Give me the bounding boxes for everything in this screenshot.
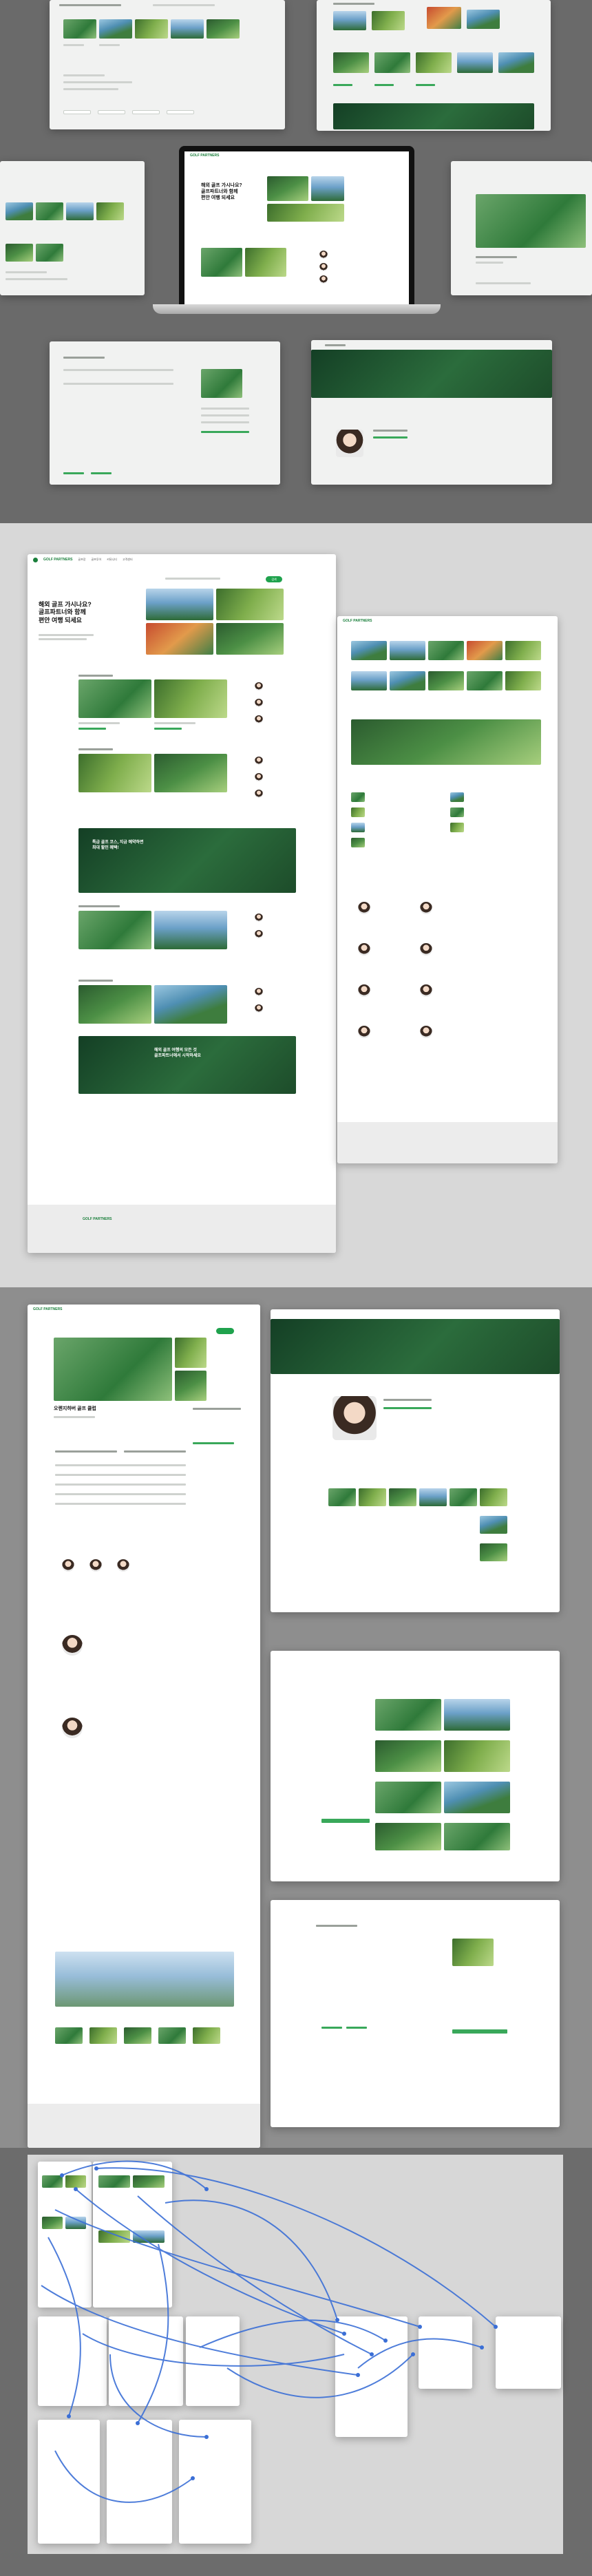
page-designs-section-2: GOLF PARTNERS 오렌지하버 골프 클럽 bbox=[0, 1287, 592, 2148]
page-designs-section-1: GOLF PARTNERS 골프장 골프투어 커뮤니티 고객센터 해외 골프 가… bbox=[0, 523, 592, 1287]
detail-logo: GOLF PARTNERS bbox=[33, 1307, 63, 1311]
promo-banner-1[interactable]: 특급 골프 코스, 지금 예약하면 최대 할인 혜택! bbox=[78, 828, 296, 893]
nav-item-tour[interactable]: 골프투어 bbox=[91, 558, 101, 562]
home-footer: GOLF PARTNERS bbox=[28, 1205, 336, 1253]
mockup-collage-section: GOLF PARTNERS 해외 골프 가시나요? 골프파트너와 함께 편안 여… bbox=[0, 0, 592, 523]
course-booking-page-design bbox=[271, 1651, 560, 1881]
user-flow-arrows bbox=[41, 2160, 498, 2503]
home-page-design: GOLF PARTNERS 골프장 골프투어 커뮤니티 고객센터 해외 골프 가… bbox=[28, 554, 336, 1253]
nav-item-support[interactable]: 고객센터 bbox=[123, 558, 133, 562]
laptop-logo: GOLF PARTNERS bbox=[190, 154, 220, 158]
promo-banner-2-text: 해외 골프 여행의 모든 것 골프파트너에서 시작하세요 bbox=[154, 1048, 201, 1058]
laptop-home-page: GOLF PARTNERS 해외 골프 가시나요? 골프파트너와 함께 편안 여… bbox=[184, 151, 409, 304]
mockup-card-golf-list bbox=[50, 0, 285, 129]
detail-page-title: 오렌지하버 골프 클럽 bbox=[54, 1406, 96, 1411]
detail-footer bbox=[28, 2104, 260, 2148]
mockup-card-booking-form bbox=[50, 341, 280, 485]
mockup-card-course-list bbox=[0, 161, 145, 295]
nav-item-course[interactable]: 골프장 bbox=[78, 558, 85, 562]
mockup-card-tour-grid bbox=[317, 0, 551, 131]
laptop-base bbox=[153, 304, 441, 314]
promo-banner-1-text: 특급 골프 코스, 지금 예약하면 최대 할인 혜택! bbox=[92, 841, 144, 850]
footer-logo: GOLF PARTNERS bbox=[83, 1217, 112, 1221]
user-flow-section bbox=[0, 2148, 592, 2576]
home-logo: GOLF PARTNERS bbox=[43, 558, 73, 562]
mockup-card-course-detail bbox=[451, 161, 592, 295]
home-header: GOLF PARTNERS 골프장 골프투어 커뮤니티 고객센터 bbox=[28, 554, 336, 565]
promo-banner-2[interactable]: 해외 골프 여행의 모든 것 골프파트너에서 시작하세요 bbox=[78, 1036, 296, 1094]
home-hero-title: 해외 골프 가시나요? 골프파트너와 함께 편안 여행 되세요 bbox=[39, 601, 92, 624]
laptop-hero-title: 해외 골프 가시나요? 골프파트너와 함께 편안 여행 되세요 bbox=[201, 183, 242, 200]
tour-list-page-design: GOLF PARTNERS bbox=[337, 616, 558, 1163]
nav-item-community[interactable]: 커뮤니티 bbox=[107, 558, 117, 562]
mockup-card-caddy-profile bbox=[311, 340, 552, 485]
laptop-mockup: GOLF PARTNERS 해외 골프 가시나요? 골프파트너와 함께 편안 여… bbox=[179, 146, 414, 304]
logo-icon bbox=[33, 557, 38, 562]
checkout-page-design bbox=[271, 1900, 560, 2127]
tour-footer bbox=[337, 1122, 558, 1163]
tour-logo: GOLF PARTNERS bbox=[343, 619, 372, 623]
course-detail-page-design: GOLF PARTNERS 오렌지하버 골프 클럽 bbox=[28, 1305, 260, 2148]
search-button[interactable]: 검색 bbox=[266, 576, 282, 582]
book-button[interactable] bbox=[216, 1328, 234, 1334]
caddy-profile-page-design bbox=[271, 1309, 560, 1612]
